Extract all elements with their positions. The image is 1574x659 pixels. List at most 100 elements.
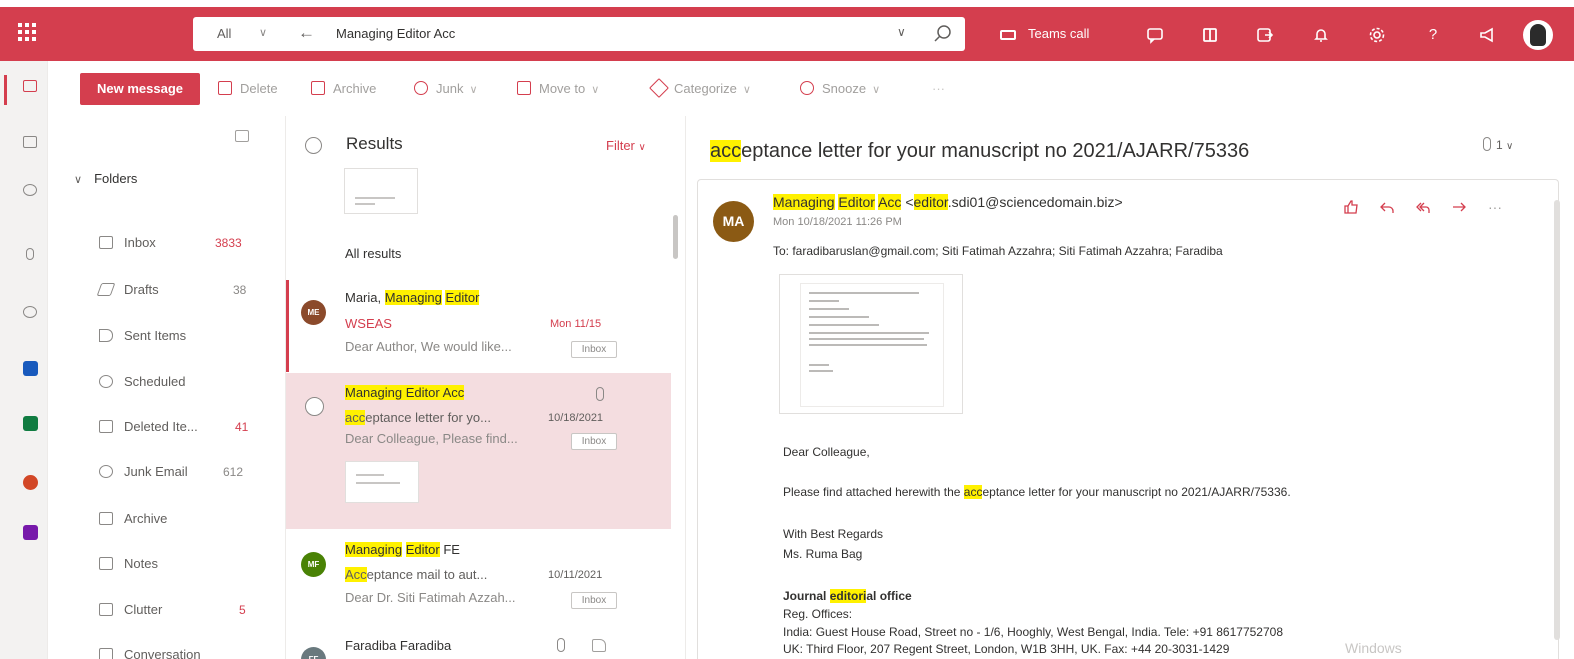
chevron-down-icon[interactable]: ∨ (74, 174, 82, 186)
list-item[interactable]: FF Faradiba Faradiba (286, 625, 671, 659)
attachment-preview[interactable] (779, 274, 963, 414)
folder-clutter[interactable]: Clutter 5 (99, 598, 249, 622)
chevron-down-icon[interactable]: ∨ (259, 26, 267, 39)
list-item-selected[interactable]: Managing Editor Acc acceptance letter fo… (286, 373, 671, 529)
app-launcher-icon[interactable] (18, 23, 40, 45)
trash-icon (218, 81, 232, 95)
sender-name: Managing Editor Acc (345, 385, 465, 400)
delete-button[interactable]: Delete (218, 79, 278, 99)
categorize-button[interactable]: Categorize ∨ (649, 78, 751, 99)
sender-name: Maria, Managing Editor (345, 290, 480, 305)
help-icon[interactable]: ? (1424, 26, 1442, 44)
section-heading: All results (345, 246, 402, 261)
megaphone-icon[interactable] (1478, 26, 1496, 44)
folder-scheduled[interactable]: Scheduled (99, 370, 249, 394)
todo-app-button[interactable] (0, 293, 48, 333)
search-scope[interactable]: All (193, 17, 285, 51)
reply-all-icon[interactable] (1415, 200, 1431, 214)
list-scrollbar[interactable] (673, 215, 678, 259)
folder-drafts[interactable]: Drafts 38 (96, 278, 249, 302)
chevron-down-icon[interactable]: ∨ (897, 25, 906, 39)
attachment-thumbnail[interactable] (344, 168, 418, 214)
attachment-thumbnail[interactable] (345, 461, 419, 503)
unread-count: 41 (235, 420, 249, 434)
paperclip-icon (596, 387, 604, 401)
reading-scrollbar[interactable] (1554, 200, 1560, 640)
received-date: Mon 11/15 (550, 318, 602, 330)
chevron-down-icon[interactable]: ∨ (469, 84, 477, 96)
chevron-down-icon[interactable]: ∨ (591, 84, 599, 96)
trash-icon (99, 420, 113, 433)
folders-header[interactable]: ∨ Folders (74, 171, 137, 186)
sender-avatar: MA (713, 201, 754, 242)
search-box[interactable]: All ∨ ← Managing Editor Acc ∨ (193, 17, 965, 51)
user-avatar[interactable] (1523, 20, 1553, 50)
folder-tag[interactable]: Inbox (571, 433, 617, 450)
excel-icon (23, 416, 38, 431)
chevron-down-icon: ∨ (638, 142, 646, 153)
collapse-pane-icon[interactable] (235, 130, 249, 142)
sender-line[interactable]: Managing Editor Acc <editor.sdi01@scienc… (773, 194, 1123, 210)
list-item[interactable]: ME Maria, Managing Editor WSEAS Mon 11/1… (286, 280, 671, 372)
forward-icon[interactable] (1451, 200, 1467, 214)
word-app-button[interactable] (0, 349, 48, 389)
folder-tag[interactable]: Inbox (571, 341, 617, 358)
select-all-icon[interactable] (305, 137, 322, 154)
more-actions-icon[interactable]: ··· (1487, 200, 1503, 214)
more-actions-button[interactable]: ··· (932, 79, 945, 99)
office-text: al office (866, 589, 912, 603)
folder-junk-email[interactable]: Junk Email 612 (99, 460, 249, 484)
folder-conversation-history[interactable]: Conversation (99, 643, 249, 659)
folder-tag[interactable]: Inbox (571, 592, 617, 609)
folder-deleted-items[interactable]: Deleted Ite... 41 (99, 415, 249, 439)
teams-call-button[interactable]: Teams call (1000, 20, 1089, 48)
move-to-button[interactable]: Move to ∨ (517, 79, 599, 99)
new-message-button[interactable]: New message (80, 73, 200, 105)
chat-icon[interactable] (1146, 26, 1164, 44)
message-list: Results Filter ∨ All results ME Maria, M… (285, 116, 686, 659)
office-heading: Journal editorial office (783, 589, 912, 603)
bell-icon[interactable] (1312, 26, 1330, 44)
like-icon[interactable] (592, 639, 606, 652)
chevron-down-icon[interactable]: ∨ (743, 84, 751, 96)
chevron-down-icon[interactable]: ∨ (872, 84, 880, 96)
filter-button[interactable]: Filter ∨ (606, 138, 646, 153)
office-icon[interactable] (1201, 26, 1219, 44)
recipients[interactable]: To: faradibaruslan@gmail.com; Siti Fatim… (773, 244, 1223, 258)
highlight: Editor (838, 194, 875, 210)
document-line (809, 308, 849, 310)
highlight: Acc (878, 194, 902, 210)
subject: acceptance letter for yo... (345, 410, 491, 425)
mail-app-button[interactable] (0, 67, 48, 107)
like-icon[interactable] (1343, 200, 1359, 214)
powerpoint-app-button[interactable] (0, 463, 48, 503)
files-app-button[interactable] (0, 235, 48, 275)
folder-archive[interactable]: Archive (99, 507, 249, 531)
attachment-count[interactable]: 1 ∨ (1483, 137, 1513, 152)
calendar-app-button[interactable] (0, 123, 48, 163)
reply-icon[interactable] (1379, 200, 1395, 214)
select-circle-icon[interactable] (305, 397, 324, 416)
folder-inbox[interactable]: Inbox 3833 (99, 231, 249, 255)
junk-button[interactable]: Junk ∨ (414, 79, 478, 99)
excel-app-button[interactable] (0, 404, 48, 444)
list-item[interactable]: MF Managing Editor FE Acceptance mail to… (286, 530, 671, 624)
checkmark-icon (23, 306, 37, 318)
note-icon (99, 557, 113, 570)
folder-notes[interactable]: Notes (99, 552, 249, 576)
share-icon[interactable] (1256, 26, 1274, 44)
search-icon[interactable] (927, 21, 957, 47)
folder-label: Junk Email (124, 464, 188, 479)
snooze-button[interactable]: Snooze ∨ (800, 79, 880, 99)
people-app-button[interactable] (0, 171, 48, 211)
reading-pane: acceptance letter for your manuscript no… (687, 116, 1574, 659)
onenote-app-button[interactable] (0, 513, 48, 553)
archive-button[interactable]: Archive (311, 79, 376, 99)
search-query[interactable]: Managing Editor Acc (336, 17, 455, 51)
delete-label: Delete (240, 81, 278, 96)
folder-sent-items[interactable]: Sent Items (99, 324, 249, 348)
teams-call-label: Teams call (1028, 26, 1090, 41)
back-arrow-icon[interactable]: ← (298, 23, 315, 43)
gear-icon[interactable] (1368, 26, 1386, 44)
greeting: Dear Colleague, (783, 445, 870, 459)
